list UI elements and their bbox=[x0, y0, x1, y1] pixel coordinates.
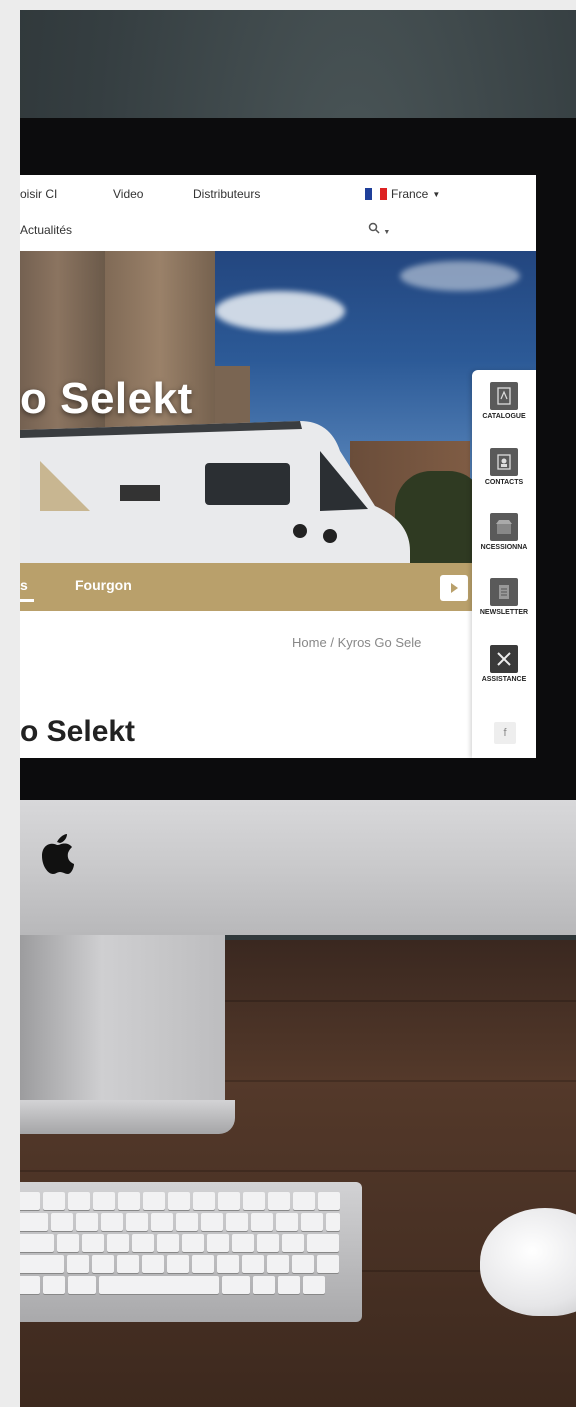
contact-icon bbox=[490, 448, 518, 476]
language-label: France bbox=[391, 187, 429, 201]
side-item-label: NCESSIONNA bbox=[480, 544, 528, 551]
breadcrumb-separator: / bbox=[330, 635, 334, 650]
category-tab-bar: s Fourgon bbox=[20, 563, 536, 611]
nav-item-actualites[interactable]: Actualités bbox=[20, 223, 72, 237]
side-item-concessionnaires[interactable]: NCESSIONNA bbox=[472, 513, 536, 551]
side-item-label: CATALOGUE bbox=[482, 413, 526, 420]
tab-fourgon[interactable]: Fourgon bbox=[75, 577, 132, 593]
nav-item-video[interactable]: Video bbox=[113, 187, 143, 201]
side-item-label: NEWSLETTER bbox=[479, 609, 529, 616]
facebook-icon[interactable]: f bbox=[494, 722, 516, 744]
search-icon bbox=[368, 222, 380, 234]
store-icon bbox=[490, 513, 518, 541]
search-toggle[interactable]: ▼ bbox=[368, 222, 390, 237]
monitor-stand-base bbox=[20, 1100, 235, 1134]
nav-item-loisir[interactable]: oisir CI bbox=[20, 187, 57, 201]
pdf-icon bbox=[490, 382, 518, 410]
side-item-assistance[interactable]: ASSISTANCE bbox=[472, 645, 536, 683]
monitor-chin bbox=[20, 800, 576, 935]
chevron-down-icon: ▼ bbox=[383, 229, 391, 236]
tab-scroll-button[interactable] bbox=[440, 575, 468, 601]
monitor-screen: oisir CI Video Distributeurs Actualités … bbox=[20, 175, 536, 758]
side-item-newsletter[interactable]: NEWSLETTER bbox=[472, 578, 536, 616]
side-toolbar: CATALOGUE CONTACTS NCESSIONNA NEWSLETTER bbox=[472, 370, 536, 758]
nav-item-distributeurs[interactable]: Distributeurs bbox=[193, 187, 260, 201]
breadcrumb-current: Kyros Go Sele bbox=[337, 635, 422, 650]
camper-van-image bbox=[20, 421, 410, 563]
page-title: o Selekt bbox=[20, 715, 136, 748]
hero-title: o Selekt bbox=[20, 374, 193, 423]
side-item-contacts[interactable]: CONTACTS bbox=[472, 448, 536, 486]
active-tab-indicator bbox=[20, 599, 34, 602]
site-navigation: oisir CI Video Distributeurs Actualités … bbox=[20, 175, 536, 251]
side-item-label: CONTACTS bbox=[484, 479, 524, 486]
tab-partial[interactable]: s bbox=[20, 577, 28, 593]
tools-icon bbox=[490, 645, 518, 673]
language-selector[interactable]: France ▼ bbox=[365, 187, 440, 201]
keyboard bbox=[20, 1182, 362, 1322]
side-item-catalogue[interactable]: CATALOGUE bbox=[472, 382, 536, 420]
apple-logo-icon bbox=[42, 834, 74, 874]
newsletter-icon bbox=[490, 578, 518, 606]
desk-scene-photo: oisir CI Video Distributeurs Actualités … bbox=[20, 10, 576, 1407]
france-flag-icon bbox=[365, 188, 387, 200]
breadcrumb-home[interactable]: Home bbox=[292, 635, 327, 650]
hero-banner: o Selekt bbox=[20, 251, 536, 563]
side-item-label: ASSISTANCE bbox=[481, 676, 527, 683]
chevron-down-icon: ▼ bbox=[432, 189, 441, 199]
breadcrumb: Home / Kyros Go Sele bbox=[292, 635, 421, 650]
chevron-right-icon bbox=[451, 583, 458, 593]
